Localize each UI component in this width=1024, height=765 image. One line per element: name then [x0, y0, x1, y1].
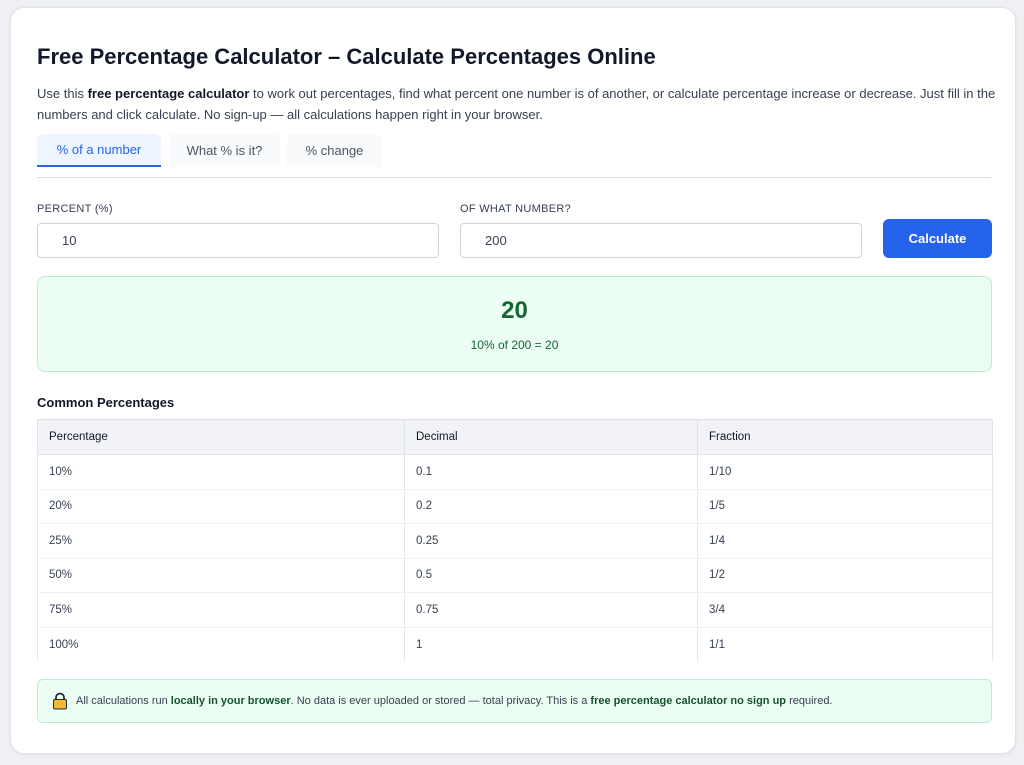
percent-input[interactable]	[37, 223, 439, 258]
column-header-percentage: Percentage	[37, 419, 405, 455]
privacy-text-bold: free percentage calculator no sign up	[590, 695, 787, 707]
result-expression: 10% of 200 = 20	[470, 338, 559, 352]
table-cell: 1/5	[697, 489, 993, 524]
table-row: 10% 0.1 1/10	[37, 454, 993, 490]
privacy-text: All calculations run locally in your bro…	[76, 695, 833, 707]
tab-percent-of-number[interactable]: % of a number	[37, 134, 161, 167]
table-cell: 3/4	[697, 592, 993, 628]
result-box: 20 10% of 200 = 20	[37, 276, 992, 372]
number-input[interactable]	[460, 223, 862, 258]
intro-text-part: Use this	[37, 86, 88, 101]
table-cell: 0.25	[404, 523, 698, 559]
tab-what-percent[interactable]: What % is it?	[169, 134, 280, 167]
table-cell: 25%	[37, 523, 405, 559]
tab-percent-change[interactable]: % change	[287, 134, 382, 167]
table-cell: 0.5	[404, 558, 698, 593]
table-row: 50% 0.5 1/2	[37, 558, 993, 593]
table-cell: 0.1	[404, 454, 698, 490]
result-value: 20	[501, 297, 528, 324]
number-label: OF WHAT NUMBER?	[460, 203, 572, 215]
page-title: Free Percentage Calculator – Calculate P…	[37, 44, 656, 69]
table-cell: 20%	[37, 489, 405, 524]
privacy-text-bold: locally in your browser	[170, 695, 291, 707]
table-cell: 1/10	[697, 454, 993, 490]
common-percentages-table: Percentage Decimal Fraction 10% 0.1 1/10…	[37, 419, 993, 662]
column-header-fraction: Fraction	[697, 419, 993, 455]
lock-icon	[53, 692, 67, 710]
privacy-notice: All calculations run locally in your bro…	[37, 679, 992, 723]
privacy-text-part: All calculations run	[76, 695, 171, 707]
table-cell: 1/4	[697, 523, 993, 559]
table-cell: 100%	[37, 627, 405, 662]
calculator-card: Free Percentage Calculator – Calculate P…	[10, 7, 1016, 754]
table-cell: 1/2	[697, 558, 993, 593]
table-row: 75% 0.75 3/4	[37, 592, 993, 628]
intro-text: Use this free percentage calculator to w…	[37, 83, 997, 125]
table-cell: 1/1	[697, 627, 993, 662]
table-cell: 50%	[37, 558, 405, 593]
table-cell: 0.75	[404, 592, 698, 628]
table-row: 100% 1 1/1	[37, 627, 993, 662]
table-row: 20% 0.2 1/5	[37, 489, 993, 524]
table-cell: 0.2	[404, 489, 698, 524]
calculate-button[interactable]: Calculate	[883, 219, 992, 258]
table-cell: 75%	[37, 592, 405, 628]
intro-text-bold: free percentage calculator	[87, 86, 250, 101]
table-cell: 10%	[37, 454, 405, 490]
column-header-decimal: Decimal	[404, 419, 698, 455]
table-title: Common Percentages	[37, 395, 175, 410]
privacy-text-part: . No data is ever uploaded or stored — t…	[290, 695, 591, 707]
percent-label: PERCENT (%)	[37, 203, 113, 215]
tab-bar: % of a number What % is it? % change	[37, 134, 991, 178]
table-header-row: Percentage Decimal Fraction	[37, 419, 993, 455]
table-cell: 1	[404, 627, 698, 662]
privacy-text-part: required.	[786, 695, 833, 707]
table-row: 25% 0.25 1/4	[37, 523, 993, 559]
